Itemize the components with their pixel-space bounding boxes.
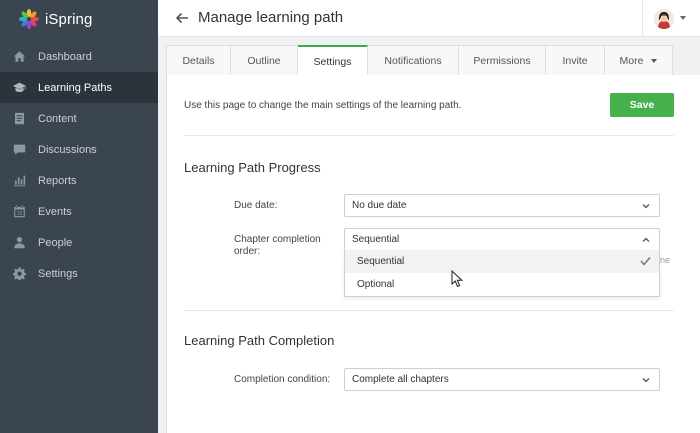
truncated-hint-text: ne <box>660 255 671 265</box>
due-date-value: No due date <box>352 200 407 211</box>
divider <box>184 310 674 311</box>
page-title: Manage learning path <box>198 9 344 26</box>
caret-down-icon <box>651 58 658 63</box>
dropdown-option-sequential[interactable]: Sequential <box>345 250 659 273</box>
sidebar-item-dashboard[interactable]: Dashboard <box>0 41 158 72</box>
tab-label: Permissions <box>473 54 531 67</box>
sidebar-item-people[interactable]: People <box>0 227 158 258</box>
sidebar-item-events[interactable]: 15 Events <box>0 196 158 227</box>
mouse-pointer-icon <box>451 270 464 288</box>
completion-order-dropdown: Sequential Optional <box>344 250 660 297</box>
tab-outline[interactable]: Outline <box>231 46 298 75</box>
completion-condition-label: Completion condition: <box>234 374 331 385</box>
sidebar-item-label: Learning Paths <box>38 81 112 94</box>
completion-order-label-line2: order: <box>234 246 261 257</box>
completion-condition-value: Complete all chapters <box>352 374 449 385</box>
tab-bar: Details Outline Settings Notifications P… <box>166 45 673 76</box>
tab-label: Details <box>182 54 215 67</box>
chevron-up-icon <box>642 236 650 244</box>
completion-condition-select[interactable]: Complete all chapters <box>344 368 660 391</box>
calendar-day-number: 15 <box>16 211 22 217</box>
sidebar-item-label: People <box>38 236 73 249</box>
user-avatar[interactable] <box>654 9 674 29</box>
tab-notifications[interactable]: Notifications <box>368 46 459 75</box>
tab-more[interactable]: More <box>605 46 672 75</box>
page-description: Use this page to change the main setting… <box>184 100 462 111</box>
completion-order-value: Sequential <box>352 234 400 245</box>
sidebar-item-settings[interactable]: Settings <box>0 258 158 289</box>
tab-label: Notifications <box>384 54 442 67</box>
chevron-down-icon <box>642 376 650 384</box>
dropdown-option-optional[interactable]: Optional <box>345 273 659 296</box>
section-title-progress: Learning Path Progress <box>184 160 321 175</box>
tab-invite[interactable]: Invite <box>546 46 605 75</box>
ispring-logo[interactable]: iSpring <box>18 8 92 30</box>
user-menu-caret-icon[interactable] <box>680 16 686 20</box>
sidebar-item-content[interactable]: Content <box>0 103 158 134</box>
tab-label: Settings <box>313 55 352 68</box>
back-arrow-icon[interactable] <box>175 11 189 25</box>
sidebar-item-label: Content <box>38 112 77 125</box>
tab-details[interactable]: Details <box>167 46 231 75</box>
tab-label: Invite <box>562 54 588 67</box>
sidebar-item-label: Events <box>38 205 72 218</box>
settings-panel: Use this page to change the main setting… <box>166 75 700 433</box>
home-icon <box>12 50 26 64</box>
chat-icon <box>12 143 26 157</box>
due-date-select[interactable]: No due date <box>344 194 660 217</box>
top-header: Manage learning path <box>158 0 700 37</box>
person-icon <box>12 236 26 250</box>
calendar-icon: 15 <box>12 205 26 219</box>
chevron-down-icon <box>642 202 650 210</box>
sidebar-item-reports[interactable]: Reports <box>0 165 158 196</box>
tab-label: Outline <box>247 54 281 67</box>
completion-order-label-line1: Chapter completion <box>234 234 321 245</box>
bar-chart-icon <box>12 174 26 188</box>
sidebar-item-label: Dashboard <box>38 50 92 63</box>
completion-order-label: Chapter completion order: <box>234 234 321 258</box>
graduation-cap-icon <box>12 81 26 95</box>
completion-order-select[interactable]: Sequential <box>344 228 660 251</box>
tab-permissions[interactable]: Permissions <box>459 46 546 75</box>
due-date-label: Due date: <box>234 200 278 211</box>
tab-settings[interactable]: Settings <box>298 45 368 76</box>
sidebar-item-discussions[interactable]: Discussions <box>0 134 158 165</box>
checkmark-icon <box>640 256 651 266</box>
sidebar-item-label: Reports <box>38 174 77 187</box>
avatar-portrait-icon <box>654 9 674 29</box>
gear-icon <box>12 267 26 281</box>
brand-name: iSpring <box>45 10 93 28</box>
tab-label: More <box>619 54 644 67</box>
sidebar-nav: Dashboard Learning Paths Content Discuss… <box>0 41 158 289</box>
option-label: Sequential <box>357 256 405 267</box>
sidebar-item-label: Settings <box>38 267 78 280</box>
sidebar-item-learning-paths[interactable]: Learning Paths <box>0 72 158 103</box>
section-title-completion: Learning Path Completion <box>184 333 335 348</box>
header-divider <box>642 0 643 37</box>
document-icon <box>12 112 26 126</box>
divider <box>184 135 674 136</box>
flower-logo-icon <box>19 9 39 29</box>
sidebar-item-label: Discussions <box>38 143 97 156</box>
save-button[interactable]: Save <box>610 93 674 117</box>
option-label: Optional <box>357 279 395 290</box>
sidebar: iSpring Dashboard Learning Paths Content… <box>0 0 158 433</box>
